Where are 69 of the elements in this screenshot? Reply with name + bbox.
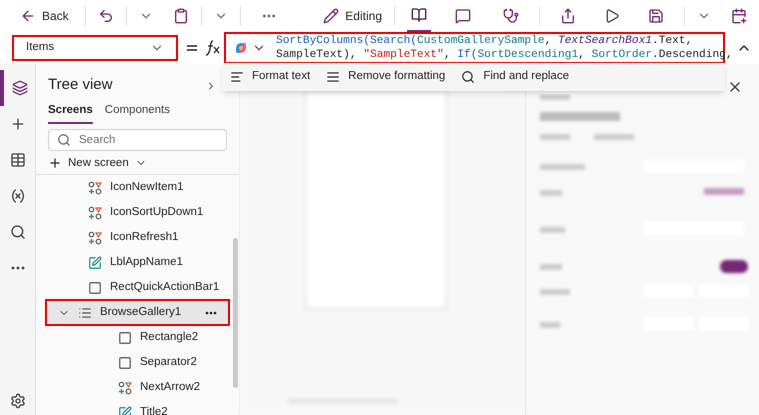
rectangle-icon (118, 330, 132, 345)
property-dropdown[interactable]: Items (12, 35, 178, 61)
rectangle-icon (88, 280, 102, 295)
item-label: Separator2 (140, 355, 197, 370)
book-icon (411, 7, 427, 23)
formula-line: SortByColumns(Search(CustomGallerySample, TextSearchBox1.Text, (276, 35, 694, 48)
format-text-icon (230, 70, 244, 84)
comment-icon[interactable] (455, 8, 471, 24)
plus-icon (48, 156, 62, 170)
rectangle-icon (118, 356, 132, 370)
tree-item[interactable]: NextArrow2 (46, 375, 229, 400)
more-icon[interactable] (205, 310, 217, 315)
clipboard-icon[interactable] (172, 8, 189, 24)
back-button[interactable]: Back (12, 7, 73, 25)
item-label: IconRefresh1 (110, 230, 178, 246)
tree-item[interactable]: BrowseGallery1 (46, 300, 229, 326)
function-icon (206, 40, 220, 56)
undo-icon[interactable] (98, 8, 114, 24)
search-input[interactable]: Search (79, 132, 218, 149)
plus-icon (10, 116, 26, 132)
tree-item[interactable]: Separator2 (46, 350, 229, 376)
format-tool-button[interactable]: Find and replace (461, 68, 569, 86)
item-label: RectQuickActionBar1 (110, 280, 220, 296)
publish-icon[interactable] (731, 8, 747, 24)
property-value: Items (26, 40, 56, 56)
icons-control-icon (88, 230, 102, 245)
search-field[interactable]: Search (48, 129, 227, 152)
item-label: IconNewItem1 (110, 180, 184, 196)
pencil-icon (323, 8, 340, 24)
item-label: BrowseGallery1 (100, 305, 182, 320)
tree-item[interactable]: Title2 (46, 400, 229, 415)
tree-tab[interactable]: Screens (48, 102, 93, 124)
icons-control-icon (118, 380, 132, 395)
search-icon (10, 224, 26, 240)
layers-icon (12, 80, 28, 96)
search-icon (57, 133, 71, 148)
settings-icon[interactable] (10, 393, 26, 409)
stethoscope-icon[interactable] (503, 8, 519, 24)
play-icon[interactable] (604, 8, 620, 24)
tree-item[interactable]: LblAppName1 (46, 250, 229, 276)
share-icon[interactable] (560, 8, 576, 24)
format-tool-button[interactable]: Remove formatting (326, 68, 446, 86)
save-icon[interactable] (648, 8, 664, 24)
table-icon (10, 152, 26, 168)
item-label: NextArrow2 (140, 380, 200, 396)
item-label: IconSortUpDown1 (110, 205, 204, 220)
tree-item[interactable]: IconRefresh1 (46, 225, 229, 250)
scrollbar[interactable] (233, 238, 238, 388)
variables-icon (10, 188, 26, 204)
gallery-icon (78, 306, 92, 320)
new-screen-button[interactable]: New screen (48, 153, 239, 174)
panel-title: Tree view (48, 74, 112, 95)
editing-button[interactable]: Editing (323, 7, 382, 25)
label-control-icon (88, 256, 102, 270)
tree-item[interactable]: Rectangle2 (46, 325, 229, 350)
tree-item[interactable]: IconNewItem1 (46, 175, 229, 200)
icons-control-icon (88, 180, 102, 195)
item-label: LblAppName1 (110, 255, 183, 270)
equals-sign-icon (187, 44, 197, 52)
tree-tab[interactable]: Components (104, 102, 170, 124)
more-icon (10, 266, 24, 270)
tree-item[interactable]: IconSortUpDown1 (46, 200, 229, 226)
tree-item[interactable]: RectQuickActionBar1 (46, 275, 229, 300)
item-label: Title2 (140, 405, 168, 415)
format-tool-button[interactable]: Format text (230, 68, 310, 86)
icons-control-icon (88, 206, 102, 220)
search-icon (461, 70, 476, 84)
lines-icon (326, 70, 340, 84)
item-label: Rectangle2 (140, 330, 198, 346)
